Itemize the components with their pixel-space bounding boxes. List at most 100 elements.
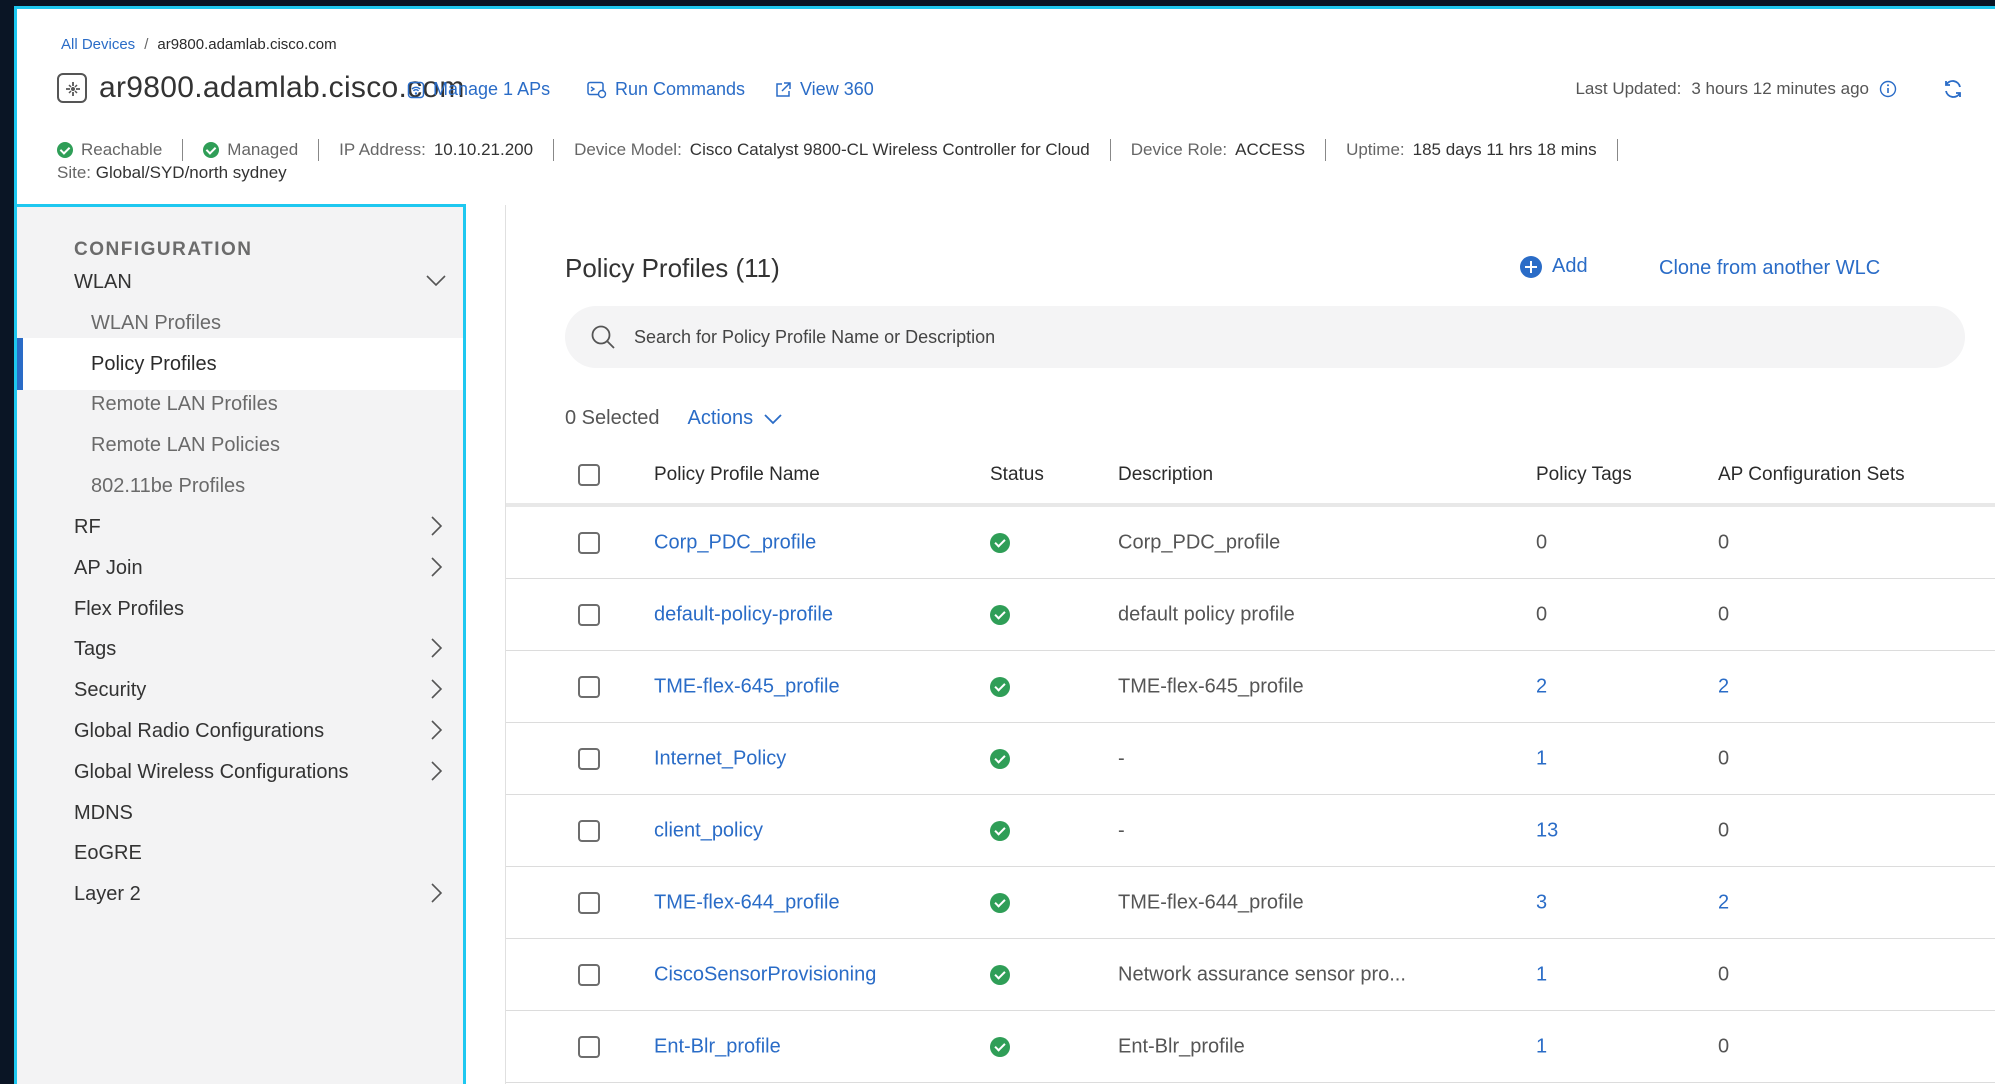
add-button[interactable]: Add bbox=[1520, 255, 1588, 278]
policy-tags-count[interactable]: 13 bbox=[1536, 819, 1558, 842]
selection-toolbar: 0 Selected Actions bbox=[565, 407, 783, 430]
sidebar-item-label: MDNS bbox=[74, 801, 133, 824]
external-link-icon bbox=[776, 81, 791, 97]
model-value: Cisco Catalyst 9800-CL Wireless Controll… bbox=[689, 140, 1090, 159]
view-360-link[interactable]: View 360 bbox=[774, 79, 874, 100]
profile-name-link[interactable]: CiscoSensorProvisioning bbox=[654, 963, 876, 986]
profile-description: Ent-Blr_profile bbox=[1118, 1035, 1245, 1057]
table-row: Internet_Policy - 1 0 bbox=[506, 723, 1995, 795]
ap-config-sets-count: 0 bbox=[1718, 747, 1730, 769]
profile-name-link[interactable]: TME-flex-645_profile bbox=[654, 675, 840, 698]
ap-config-sets-count: 0 bbox=[1718, 603, 1730, 625]
chevron-right-icon bbox=[431, 883, 443, 903]
policy-tags-count: 0 bbox=[1536, 531, 1548, 553]
status-check-icon bbox=[990, 820, 1010, 841]
check-circle-icon bbox=[57, 142, 73, 158]
divider bbox=[1109, 139, 1111, 161]
row-checkbox[interactable] bbox=[578, 531, 600, 554]
row-checkbox[interactable] bbox=[578, 675, 600, 698]
breadcrumb-all-devices[interactable]: All Devices bbox=[61, 36, 135, 53]
profile-name-link[interactable]: TME-flex-644_profile bbox=[654, 891, 840, 914]
reachable-label: Reachable bbox=[81, 140, 163, 159]
site-value: Global/SYD/north sydney bbox=[95, 163, 287, 182]
sidebar-item-label: Security bbox=[74, 678, 147, 701]
refresh-icon[interactable] bbox=[1941, 77, 1965, 101]
breadcrumb-current: ar9800.adamlab.cisco.com bbox=[157, 36, 337, 53]
ip-value: 10.10.21.200 bbox=[433, 140, 534, 159]
row-checkbox[interactable] bbox=[578, 747, 600, 770]
column-header-description[interactable]: Description bbox=[1118, 464, 1213, 486]
table-row: default-policy-profile default policy pro… bbox=[506, 579, 1995, 651]
sidebar-item-label: Tags bbox=[74, 637, 117, 660]
selected-count: 0 Selected bbox=[565, 407, 660, 429]
breadcrumb-separator: / bbox=[144, 36, 149, 53]
row-checkbox[interactable] bbox=[578, 1035, 600, 1058]
column-header-ap-config-sets[interactable]: AP Configuration Sets bbox=[1718, 464, 1905, 486]
role-value: ACCESS bbox=[1235, 140, 1306, 159]
actions-dropdown[interactable]: Actions bbox=[688, 407, 784, 430]
chevron-right-icon bbox=[431, 557, 443, 577]
uptime: Uptime: 185 days 11 hrs 18 mins bbox=[1346, 140, 1597, 160]
policy-profiles-table: Policy Profile Name Status Description P… bbox=[506, 447, 1995, 1083]
column-header-status[interactable]: Status bbox=[990, 464, 1044, 486]
ap-config-sets-count[interactable]: 2 bbox=[1718, 891, 1729, 914]
ap-config-sets-count: 0 bbox=[1718, 531, 1730, 553]
select-all-checkbox[interactable] bbox=[578, 464, 600, 486]
policy-tags-count[interactable]: 1 bbox=[1536, 747, 1547, 770]
run-commands-label: Run Commands bbox=[615, 79, 746, 99]
sidebar-item-label: RF bbox=[74, 515, 101, 538]
table-row: Corp_PDC_profile Corp_PDC_profile 0 0 bbox=[506, 507, 1995, 579]
profile-name-link[interactable]: client_policy bbox=[654, 819, 763, 842]
ap-config-sets-count: 0 bbox=[1718, 963, 1730, 985]
search-bar[interactable] bbox=[565, 306, 1965, 368]
status-check-icon bbox=[990, 964, 1010, 985]
profile-description: Corp_PDC_profile bbox=[1118, 531, 1281, 553]
configuration-sidebar: CONFIGURATION WLAN WLAN Profiles Policy Pr… bbox=[14, 204, 466, 1084]
screen-frame: All Devices / ar9800.adamlab.cisco.com ar9… bbox=[0, 0, 1995, 1084]
profile-description: default policy profile bbox=[1118, 603, 1295, 625]
row-checkbox[interactable] bbox=[578, 603, 600, 626]
chevron-right-icon bbox=[431, 516, 443, 536]
last-updated-label: Last Updated: bbox=[1575, 79, 1682, 98]
site-label: Site: bbox=[57, 163, 92, 182]
divider bbox=[553, 139, 555, 161]
ap-config-sets-count[interactable]: 2 bbox=[1718, 675, 1729, 698]
sidebar-item-layer-2[interactable]: Layer 2 bbox=[17, 868, 463, 920]
device-role: Device Role: ACCESS bbox=[1131, 140, 1305, 160]
manage-aps-label: Manage 1 APs bbox=[433, 79, 551, 99]
role-label: Device Role: bbox=[1130, 140, 1228, 159]
profile-description: TME-flex-645_profile bbox=[1118, 675, 1304, 697]
managed-status: Managed bbox=[203, 140, 298, 160]
policy-tags-count: 0 bbox=[1536, 603, 1548, 625]
uptime-label: Uptime: bbox=[1346, 140, 1405, 159]
sidebar-item-label: Flex Profiles bbox=[74, 597, 185, 620]
sidebar-item-label: Policy Profiles bbox=[91, 352, 217, 375]
row-checkbox[interactable] bbox=[578, 963, 600, 986]
sidebar-item-label: Layer 2 bbox=[74, 882, 141, 905]
profile-description: Network assurance sensor pro... bbox=[1118, 963, 1406, 985]
policy-tags-count[interactable]: 2 bbox=[1536, 675, 1547, 698]
page-title: Policy Profiles (11) bbox=[565, 253, 780, 283]
status-check-icon bbox=[990, 1036, 1010, 1057]
info-icon[interactable] bbox=[1879, 80, 1897, 98]
divider bbox=[1616, 139, 1618, 161]
policy-tags-count[interactable]: 3 bbox=[1536, 891, 1547, 914]
sidebar-item-label: 802.11be Profiles bbox=[91, 474, 246, 497]
row-checkbox[interactable] bbox=[578, 819, 600, 842]
search-input[interactable] bbox=[634, 326, 1834, 348]
device-page: All Devices / ar9800.adamlab.cisco.com ar9… bbox=[14, 6, 1995, 1084]
row-checkbox[interactable] bbox=[578, 891, 600, 914]
clone-from-wlc-button[interactable]: Clone from another WLC bbox=[1659, 257, 1880, 280]
policy-tags-count[interactable]: 1 bbox=[1536, 1035, 1547, 1058]
profile-name-link[interactable]: Internet_Policy bbox=[654, 747, 786, 770]
column-header-name[interactable]: Policy Profile Name bbox=[654, 464, 820, 486]
manage-aps-link[interactable]: Manage 1 APs bbox=[407, 79, 550, 100]
column-header-policy-tags[interactable]: Policy Tags bbox=[1536, 464, 1632, 486]
policy-tags-count[interactable]: 1 bbox=[1536, 963, 1547, 986]
profile-name-link[interactable]: Ent-Blr_profile bbox=[654, 1035, 781, 1058]
last-updated: Last Updated: 3 hours 12 minutes ago bbox=[1575, 79, 1897, 99]
profile-name-link[interactable]: default-policy-profile bbox=[654, 603, 833, 626]
status-check-icon bbox=[990, 892, 1010, 913]
run-commands-link[interactable]: Run Commands bbox=[587, 79, 745, 100]
profile-name-link[interactable]: Corp_PDC_profile bbox=[654, 531, 816, 554]
